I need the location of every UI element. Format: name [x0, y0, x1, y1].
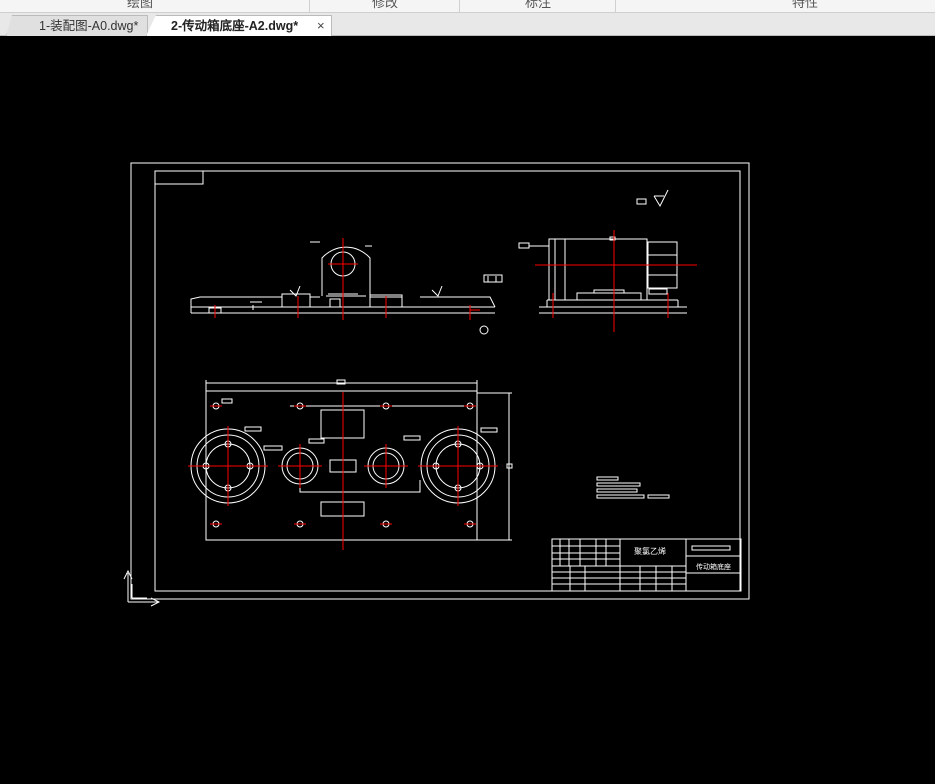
- title-block-part-name: 传动箱底座: [696, 562, 731, 571]
- sheet-outer-border: [130, 162, 750, 600]
- ribbon-separator: [615, 0, 616, 12]
- front-view-centerlines: [214, 238, 480, 320]
- cad-drawing: 聚氯乙烯 传动箱底座: [123, 162, 750, 607]
- tab-label: 1-装配图-A0.dwg*: [39, 19, 139, 33]
- drawing-number-box: [154, 170, 204, 185]
- ucs-icon: [123, 569, 161, 607]
- top-view-centerlines: [188, 392, 498, 550]
- tab-assembly-drawing[interactable]: 1-装配图-A0.dwg*: [6, 15, 148, 36]
- close-icon[interactable]: ×: [317, 16, 325, 36]
- ribbon-separator: [459, 0, 460, 12]
- ribbon-separator: [309, 0, 310, 12]
- ribbon-group-draw[interactable]: 绘图: [100, 0, 180, 12]
- tab-gearbox-base[interactable]: 2-传动箱底座-A2.dwg* ×: [146, 15, 332, 36]
- ribbon-group-annotate[interactable]: 标注: [498, 0, 578, 12]
- surface-roughness-symbol: [636, 189, 669, 208]
- ribbon-group-properties[interactable]: 特性: [765, 0, 845, 12]
- ribbon-panel: 绘图 修改 标注 特性: [0, 0, 935, 13]
- side-view: [518, 236, 687, 314]
- tab-label: 2-传动箱底座-A2.dwg*: [171, 19, 299, 33]
- sheet-inner-border: [154, 170, 741, 592]
- title-block-material: 聚氯乙烯: [634, 546, 666, 556]
- front-view: [190, 241, 503, 335]
- document-tab-bar: 1-装配图-A0.dwg* 2-传动箱底座-A2.dwg* ×: [0, 13, 935, 36]
- side-view-centerlines: [535, 230, 697, 332]
- technical-notes: [596, 476, 670, 499]
- drawing-canvas[interactable]: 聚氯乙烯 传动箱底座: [3, 36, 935, 779]
- ribbon-group-modify[interactable]: 修改: [345, 0, 425, 12]
- top-view: [190, 379, 513, 541]
